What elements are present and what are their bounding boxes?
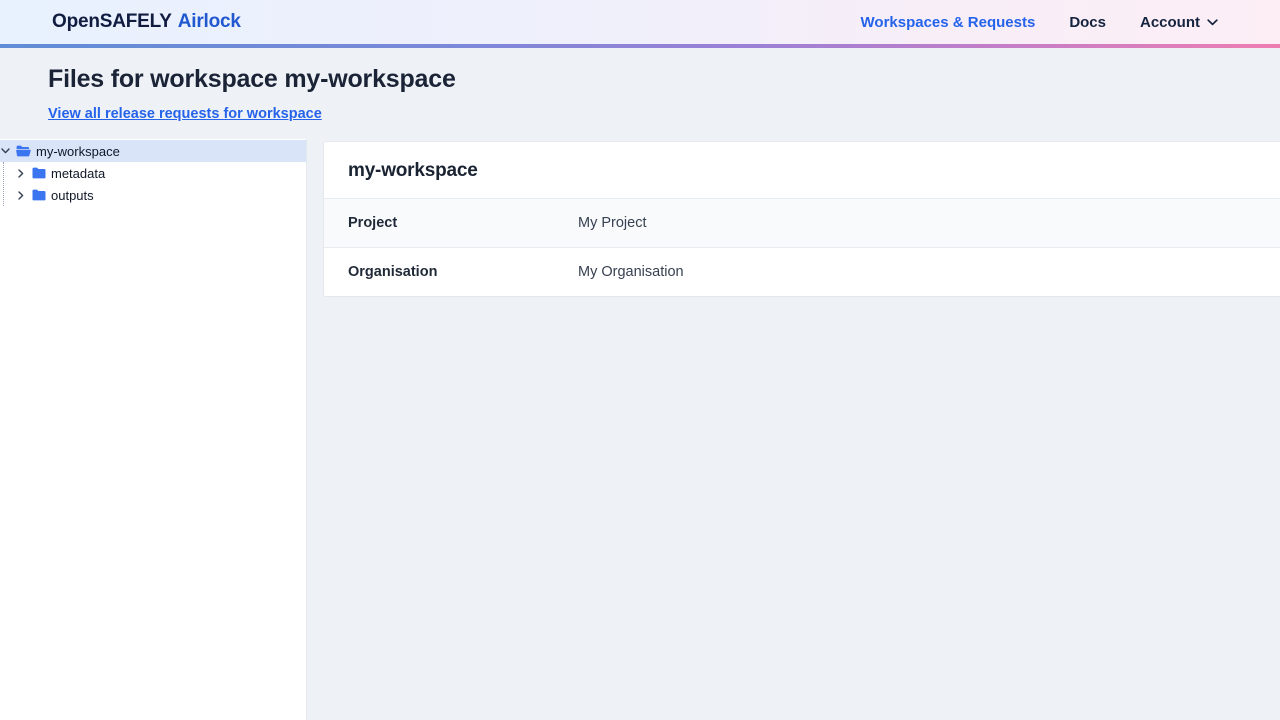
workspace-details-card: my-workspace Project My Project Organisa… <box>323 141 1280 297</box>
project-value: My Project <box>578 215 647 231</box>
chevron-down-icon <box>1207 19 1218 26</box>
tree-item-label: metadata <box>51 166 105 181</box>
organisation-label: Organisation <box>348 264 578 280</box>
chevron-down-icon[interactable] <box>0 148 10 154</box>
chevron-right-icon[interactable] <box>16 191 26 200</box>
tree-item-my-workspace[interactable]: my-workspace <box>0 140 306 162</box>
brand-opensafely: OpenSAFELY <box>52 11 172 33</box>
tree-item-metadata[interactable]: metadata <box>4 162 306 184</box>
folder-icon <box>32 189 46 201</box>
tree-item-label: outputs <box>51 188 94 203</box>
folder-open-icon <box>16 145 31 157</box>
page-title: Files for workspace my-workspace <box>48 65 1232 94</box>
navbar-links: Workspaces & Requests Docs Account <box>861 14 1218 31</box>
chevron-right-icon[interactable] <box>16 169 26 178</box>
brand-logo[interactable]: OpenSAFELY Airlock <box>52 11 241 33</box>
table-row: Project My Project <box>324 198 1280 247</box>
card-title: my-workspace <box>324 142 1280 198</box>
top-navbar: OpenSAFELY Airlock Workspaces & Requests… <box>0 0 1280 44</box>
tree-children: metadata outputs <box>3 162 306 206</box>
page: OpenSAFELY Airlock Workspaces & Requests… <box>0 0 1280 720</box>
page-header: Files for workspace my-workspace View al… <box>0 48 1280 139</box>
folder-icon <box>32 167 46 179</box>
organisation-value: My Organisation <box>578 264 684 280</box>
project-label: Project <box>348 215 578 231</box>
file-tree-sidebar: my-workspace metadata <box>0 139 307 720</box>
tree-item-label: my-workspace <box>36 144 120 159</box>
main-panel: my-workspace Project My Project Organisa… <box>307 139 1280 720</box>
brand-airlock: Airlock <box>178 11 241 33</box>
nav-link-account[interactable]: Account <box>1140 14 1218 31</box>
content-area: my-workspace metadata <box>0 139 1280 720</box>
view-release-requests-link[interactable]: View all release requests for workspace <box>48 106 322 122</box>
nav-link-workspaces-requests[interactable]: Workspaces & Requests <box>861 14 1036 31</box>
tree-item-outputs[interactable]: outputs <box>4 184 306 206</box>
nav-link-docs[interactable]: Docs <box>1069 14 1106 31</box>
account-label: Account <box>1140 14 1200 31</box>
table-row: Organisation My Organisation <box>324 247 1280 296</box>
